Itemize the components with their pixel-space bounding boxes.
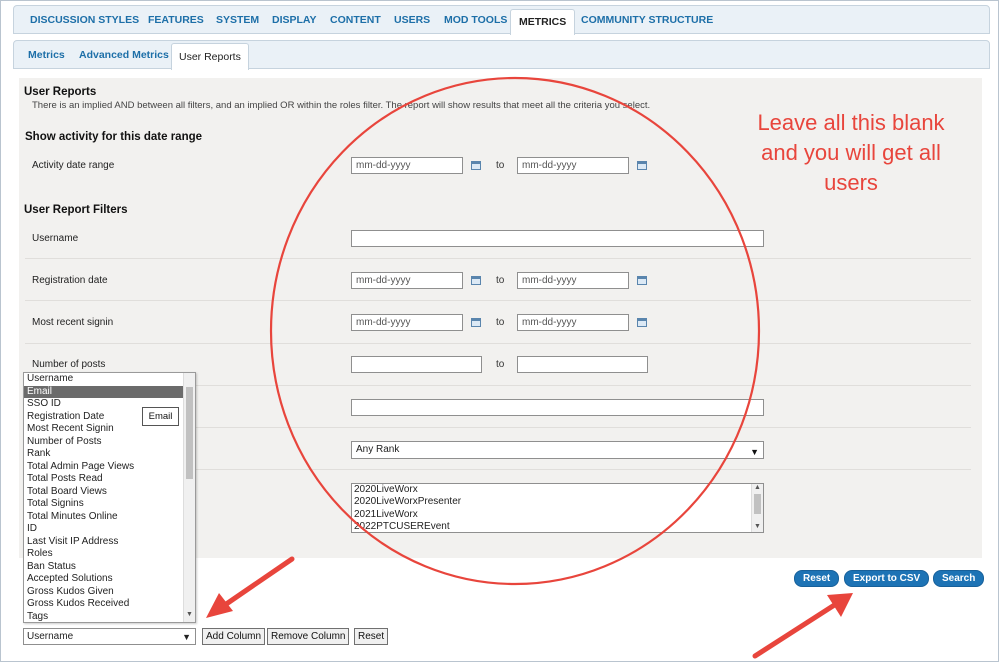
column-select[interactable]: Username ▼ — [23, 628, 196, 645]
roles-scrollbar[interactable]: ▲ ▼ — [751, 484, 763, 532]
to-label: to — [496, 359, 505, 370]
calendar-icon[interactable] — [637, 318, 647, 327]
signin-date-label: Most recent signin — [32, 317, 114, 328]
scrollbar-thumb[interactable] — [754, 494, 761, 514]
calendar-icon[interactable] — [471, 161, 481, 170]
tab-content[interactable]: CONTENT — [322, 6, 389, 34]
registration-start-input[interactable] — [351, 272, 463, 289]
date-section-title: Show activity for this date range — [25, 131, 203, 143]
email-filter-input[interactable] — [351, 399, 764, 416]
column-option[interactable]: Tags — [24, 611, 195, 623]
tab-features[interactable]: FEATURES — [140, 6, 212, 34]
report-description: There is an implied AND between all filt… — [32, 100, 651, 111]
row-divider — [25, 258, 971, 259]
scroll-down-icon[interactable]: ▼ — [754, 523, 761, 530]
tab-system[interactable]: SYSTEM — [208, 6, 267, 34]
role-option[interactable]: 2021LiveWorx — [352, 509, 763, 521]
to-label: to — [496, 275, 505, 286]
role-option[interactable]: 2020LiveWorxPresenter — [352, 496, 763, 508]
username-filter-input[interactable] — [351, 230, 764, 247]
tab-community-structure[interactable]: COMMUNITY STRUCTURE — [573, 6, 721, 34]
sub-navigation: Metrics Advanced Metrics User Reports — [13, 40, 990, 70]
column-option[interactable]: Rank — [24, 448, 195, 461]
remove-column-button[interactable]: Remove Column — [267, 628, 350, 645]
scroll-up-icon[interactable]: ▲ — [754, 484, 761, 491]
to-label: to — [496, 160, 505, 171]
activity-start-input[interactable] — [351, 157, 463, 174]
search-button[interactable]: Search — [933, 570, 985, 587]
annotation-line: users — [824, 170, 878, 195]
column-select-value: Username — [27, 631, 74, 642]
annotation-line: and you will get all — [761, 140, 941, 165]
calendar-icon[interactable] — [637, 276, 647, 285]
add-column-button[interactable]: Add Column — [202, 628, 266, 645]
posts-max-input[interactable] — [517, 356, 648, 373]
tab-mod-tools[interactable]: MOD TOOLS — [436, 6, 515, 34]
annotation-text: Leave all this blank and you will get al… — [721, 108, 981, 198]
dropdown-scrollbar[interactable]: ▼ — [183, 373, 195, 622]
rank-select-value: Any Rank — [356, 444, 400, 455]
chevron-down-icon: ▼ — [750, 447, 759, 457]
column-option-highlighted[interactable]: Email — [24, 385, 195, 398]
export-csv-button[interactable]: Export to CSV — [844, 570, 930, 587]
column-option[interactable]: Total Signins — [24, 498, 195, 511]
tab-users[interactable]: USERS — [386, 6, 438, 34]
admin-page: DISCUSSION STYLES FEATURES SYSTEM DISPLA… — [0, 0, 999, 662]
column-reset-button[interactable]: Reset — [354, 628, 389, 645]
subtab-user-reports[interactable]: User Reports — [171, 43, 249, 70]
tab-display[interactable]: DISPLAY — [264, 6, 325, 34]
tab-metrics[interactable]: METRICS — [510, 9, 576, 35]
report-title: User Reports — [24, 86, 97, 98]
activity-date-label: Activity date range — [32, 160, 115, 171]
username-filter-label: Username — [32, 233, 79, 244]
calendar-icon[interactable] — [637, 161, 647, 170]
posts-count-label: Number of posts — [32, 359, 106, 370]
column-option[interactable]: Gross Kudos Given — [24, 586, 195, 599]
column-option[interactable]: Username — [24, 373, 195, 386]
column-option[interactable]: Total Minutes Online — [24, 511, 195, 524]
scrollbar-thumb[interactable] — [186, 387, 193, 479]
subtab-advanced-metrics[interactable]: Advanced Metrics — [72, 41, 176, 69]
reset-button[interactable]: Reset — [794, 570, 840, 587]
column-option[interactable]: Accepted Solutions — [24, 573, 195, 586]
role-option[interactable]: 2022PTCUSEREvent — [352, 521, 763, 532]
row-divider — [25, 300, 971, 301]
column-option[interactable]: Total Posts Read — [24, 473, 195, 486]
column-option[interactable]: Total Admin Page Views — [24, 461, 195, 474]
chevron-down-icon: ▼ — [182, 632, 191, 642]
row-divider — [25, 343, 971, 344]
scroll-down-icon[interactable]: ▼ — [186, 611, 193, 618]
arrow-to-export-button — [752, 593, 853, 659]
column-option[interactable]: Gross Kudos Received — [24, 598, 195, 611]
registration-end-input[interactable] — [517, 272, 629, 289]
column-tooltip: Email — [142, 407, 179, 426]
activity-end-input[interactable] — [517, 157, 629, 174]
rank-select[interactable]: Any Rank ▼ — [351, 441, 764, 459]
column-option[interactable]: Ban Status — [24, 561, 195, 574]
subtab-metrics[interactable]: Metrics — [21, 41, 72, 69]
arrow-to-column-list — [206, 556, 295, 618]
column-option[interactable]: Last Visit IP Address — [24, 536, 195, 549]
registration-date-label: Registration date — [32, 275, 108, 286]
calendar-icon[interactable] — [471, 276, 481, 285]
top-navigation: DISCUSSION STYLES FEATURES SYSTEM DISPLA… — [13, 5, 990, 35]
calendar-icon[interactable] — [471, 318, 481, 327]
column-option[interactable]: ID — [24, 523, 195, 536]
filters-title: User Report Filters — [24, 204, 128, 216]
to-label: to — [496, 317, 505, 328]
column-option[interactable]: Roles — [24, 548, 195, 561]
signin-start-input[interactable] — [351, 314, 463, 331]
signin-end-input[interactable] — [517, 314, 629, 331]
annotation-line: Leave all this blank — [757, 110, 945, 135]
tab-discussion-styles[interactable]: DISCUSSION STYLES — [22, 6, 147, 34]
role-option[interactable]: 2020LiveWorx — [352, 484, 763, 496]
column-option[interactable]: Number of Posts — [24, 436, 195, 449]
column-option[interactable]: Total Board Views — [24, 486, 195, 499]
posts-min-input[interactable] — [351, 356, 482, 373]
roles-listbox[interactable]: 2020LiveWorx 2020LiveWorxPresenter 2021L… — [351, 483, 764, 533]
